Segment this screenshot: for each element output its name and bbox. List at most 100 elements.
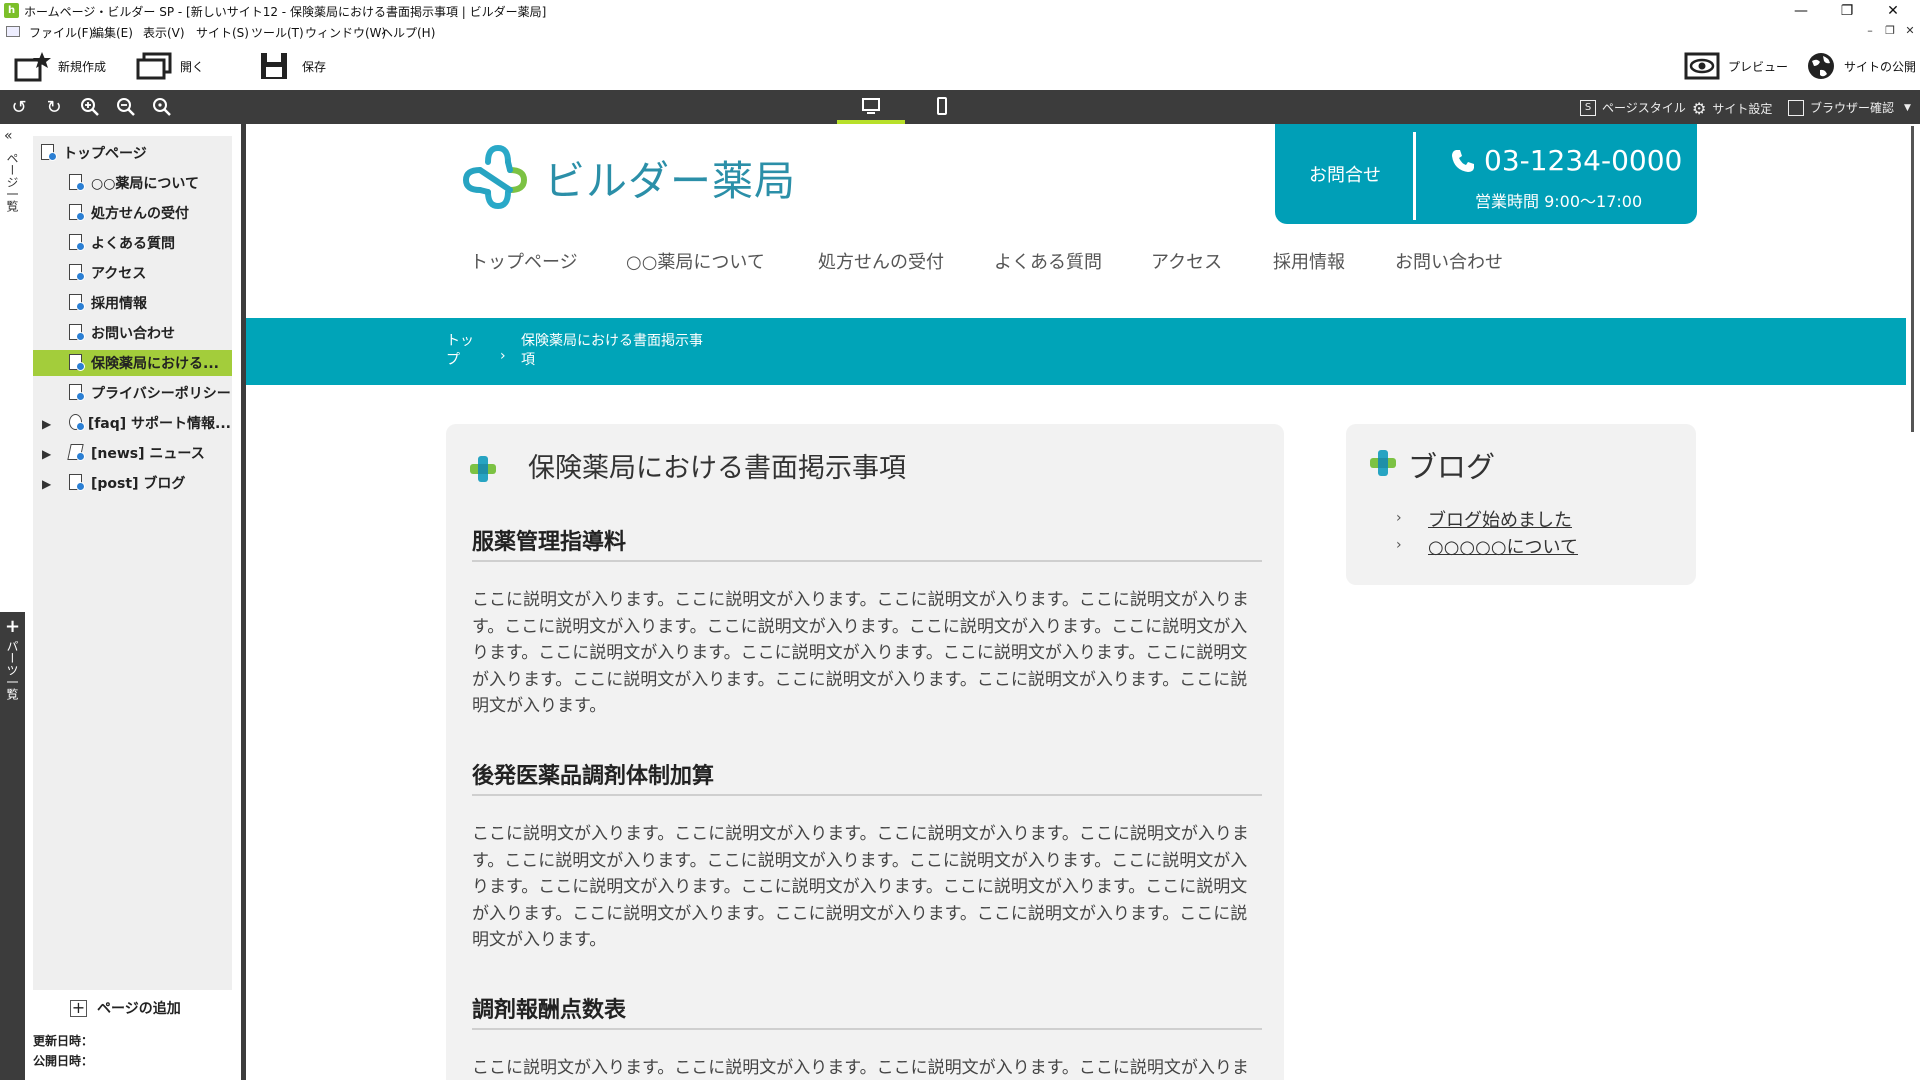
menu-help[interactable]: ヘルプ(H)	[381, 24, 435, 41]
main-toolbar: 新規作成 開く 保存 プレビュー サイトの公開	[0, 42, 1920, 90]
updated-date: 更新日時：	[33, 1034, 94, 1048]
menu-site[interactable]: サイト(S)	[196, 24, 249, 41]
redo-icon[interactable]: ↻	[43, 97, 65, 119]
browser-icon	[1788, 99, 1804, 116]
page-preview[interactable]: ビルダー薬局 お問合せ 03-1234-0000 営業時間 9:00〜17:00…	[246, 124, 1906, 1080]
new-button[interactable]: 新規作成	[14, 48, 106, 84]
mdi-close-button[interactable]: ✕	[1902, 24, 1918, 40]
tree-item-page[interactable]: ○○薬局について	[69, 170, 231, 196]
tree-item-top[interactable]: トップページ	[41, 140, 231, 166]
gear-icon: ⚙	[1692, 99, 1707, 118]
undo-icon[interactable]: ↺	[8, 97, 30, 119]
zoom-out-icon[interactable]	[115, 97, 137, 119]
publish-globe-icon	[1806, 50, 1836, 82]
tree-item-label: [post] ブログ	[91, 476, 186, 492]
section-body: ここに説明文が入ります。ここに説明文が入ります。ここに説明文が入ります。ここに説…	[472, 1058, 1249, 1078]
tree-group-post[interactable]: [post] ブログ	[69, 470, 231, 496]
desktop-view-button[interactable]	[837, 90, 905, 124]
tree-item-page[interactable]: よくある質問	[69, 230, 231, 256]
tree-item-page-selected[interactable]: 保険薬局における...	[33, 350, 232, 376]
preview-eye-icon	[1684, 50, 1720, 82]
document-icon[interactable]	[6, 26, 20, 37]
tree-group-news[interactable]: [news] ニュース	[67, 440, 231, 466]
parts-list-tab[interactable]: + パーツ一覧	[0, 612, 25, 1080]
tree-item-page[interactable]: 採用情報	[69, 290, 231, 316]
nav-top[interactable]: トップページ	[470, 248, 578, 274]
menu-file[interactable]: ファイル(F)	[29, 24, 93, 41]
chevron-down-icon: ▼	[1904, 102, 1911, 113]
contact-box[interactable]: お問合せ 03-1234-0000 営業時間 9:00〜17:00	[1275, 124, 1697, 224]
save-icon	[258, 50, 294, 82]
save-button[interactable]: 保存	[258, 48, 326, 84]
publish-button[interactable]: サイトの公開	[1806, 48, 1916, 84]
blog-widget: ブログ › ブログ始めました › ○○○○○について	[1346, 424, 1696, 585]
close-button[interactable]: ✕	[1870, 0, 1916, 22]
tree-item-page[interactable]: アクセス	[69, 260, 231, 286]
section-rule	[472, 794, 1262, 796]
browser-check-button[interactable]: ブラウザー確認 ▼	[1788, 99, 1911, 116]
open-button[interactable]: 開く	[136, 48, 204, 84]
phone-text: 03-1234-0000	[1484, 144, 1683, 177]
tree-item-page[interactable]: 処方せんの受付	[69, 200, 231, 226]
published-date: 公開日時：	[33, 1054, 94, 1068]
tree-item-label: 処方せんの受付	[91, 206, 189, 222]
blog-link[interactable]: ○○○○○について	[1428, 533, 1578, 559]
nav-faq[interactable]: よくある質問	[994, 248, 1102, 274]
menu-tools[interactable]: ツール(T)	[251, 24, 304, 41]
minimize-button[interactable]: —	[1778, 0, 1824, 22]
zoom-reset-icon[interactable]	[151, 97, 173, 119]
page-style-label: ページスタイル	[1602, 101, 1686, 115]
desktop-icon	[862, 98, 880, 114]
menu-view[interactable]: 表示(V)	[143, 24, 185, 41]
breadcrumb-home[interactable]: トップ	[446, 332, 480, 370]
nav-prescription[interactable]: 処方せんの受付	[818, 248, 944, 274]
preview-button[interactable]: プレビュー	[1684, 48, 1788, 84]
add-page-button[interactable]: + ページの追加	[70, 998, 181, 1018]
page-icon	[69, 204, 85, 222]
contact-divider	[1413, 132, 1416, 220]
site-settings-button[interactable]: ⚙ サイト設定	[1692, 99, 1772, 118]
page-style-button[interactable]: S ページスタイル	[1580, 99, 1686, 116]
blog-title: ブログ	[1408, 450, 1496, 484]
logo-text: ビルダー薬局	[544, 157, 796, 205]
tree-group-faq[interactable]: [faq] サポート情報...	[69, 410, 231, 436]
faq-icon	[69, 414, 85, 432]
maximize-button[interactable]: ❐	[1824, 0, 1870, 22]
expand-arrow-icon[interactable]: ▶	[42, 447, 51, 461]
mdi-restore-button[interactable]: ❐	[1882, 24, 1898, 40]
menu-edit[interactable]: 編集(E)	[92, 24, 133, 41]
tree-item-label: トップページ	[63, 146, 147, 162]
site-logo[interactable]: ビルダー薬局	[458, 140, 796, 214]
zoom-in-icon[interactable]	[79, 97, 101, 119]
breadcrumb-current: 保険薬局における書面掲示事項	[521, 333, 703, 368]
open-icon	[136, 50, 172, 82]
nav-contact[interactable]: お問い合わせ	[1395, 248, 1503, 274]
page-icon	[69, 354, 85, 372]
collapse-icon[interactable]: «	[4, 128, 13, 144]
scrollbar-thumb[interactable]	[1911, 126, 1914, 432]
page-icon	[69, 294, 85, 312]
tree-item-page[interactable]: プライバシーポリシー	[69, 380, 231, 406]
section-body: ここに説明文が入ります。ここに説明文が入ります。ここに説明文が入ります。ここに説…	[472, 824, 1249, 950]
phone-icon	[1452, 149, 1474, 172]
blog-link[interactable]: ブログ始めました	[1428, 506, 1572, 532]
browser-check-label: ブラウザー確認	[1810, 101, 1895, 115]
new-label: 新規作成	[58, 59, 107, 74]
publish-label: サイトの公開	[1844, 59, 1917, 74]
nav-access[interactable]: アクセス	[1151, 248, 1222, 274]
tree-item-label: よくある質問	[91, 236, 175, 252]
mdi-minimize-button[interactable]: –	[1862, 24, 1878, 40]
expand-arrow-icon[interactable]: ▶	[42, 477, 51, 491]
vertical-scrollbar[interactable]	[1906, 124, 1920, 1080]
menu-window[interactable]: ウィンドウ(W)	[305, 24, 386, 41]
news-icon	[67, 444, 85, 462]
nav-recruit[interactable]: 採用情報	[1273, 248, 1345, 274]
page-style-icon: S	[1580, 99, 1596, 116]
section-heading: 服薬管理指導料	[472, 530, 627, 555]
business-hours: 営業時間 9:00〜17:00	[1475, 192, 1643, 211]
tree-item-page[interactable]: お問い合わせ	[69, 320, 231, 346]
mobile-view-button[interactable]	[908, 90, 976, 124]
breadcrumb: トップ › 保険薬局における書面掲示事項	[246, 318, 1906, 385]
nav-about[interactable]: ○○薬局について	[626, 248, 765, 274]
expand-arrow-icon[interactable]: ▶	[42, 417, 51, 431]
